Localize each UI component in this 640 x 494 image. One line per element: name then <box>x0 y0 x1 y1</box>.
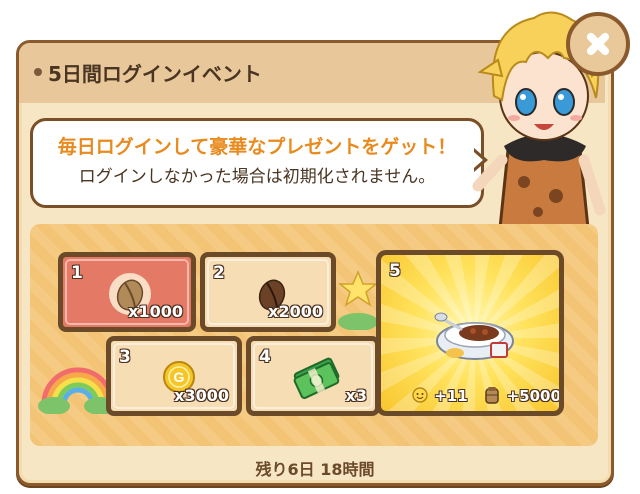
reward-tile-day-3[interactable]: 3 G x3000 <box>106 336 242 416</box>
day-number: 3 <box>119 347 131 367</box>
reward-tile-day-2[interactable]: 2 x2000 <box>200 252 336 332</box>
star-decoration-icon <box>337 270 379 330</box>
bonus-value: +11 <box>434 387 468 405</box>
bean-sack-icon <box>485 387 500 404</box>
reward-quantity: x3000 <box>174 386 229 405</box>
money-bundle-icon <box>293 357 340 399</box>
title-bullet <box>34 68 42 76</box>
reward-quantity: x1000 <box>128 302 183 321</box>
day5-bonus-row: +11 +5000 <box>411 385 561 405</box>
day-number: 1 <box>71 263 83 283</box>
message-headline: 毎日ログインして豪華なプレゼントをゲット！ <box>57 136 457 158</box>
curry-dish-icon <box>434 312 514 360</box>
dialog-title: 5日間ログインイベント <box>48 62 262 86</box>
reward-tile-day-1[interactable]: 1 x1000 <box>58 252 196 332</box>
reward-tile-day-5[interactable]: 5 +11 +5000 <box>376 250 564 416</box>
reward-quantity: x3 <box>345 386 367 405</box>
svg-text:G: G <box>174 369 185 385</box>
message-subtext: ログインしなかった場合は初期化されません。 <box>78 167 436 187</box>
reward-quantity: x2000 <box>268 302 323 321</box>
day-number: 5 <box>389 261 401 281</box>
bonus-value: +5000 <box>506 387 561 405</box>
day-number: 2 <box>213 263 225 283</box>
reward-tile-day-4[interactable]: 4 x3 <box>246 336 380 416</box>
remaining-time: 残り6日 18時間 <box>255 460 375 479</box>
smiley-sun-icon <box>412 387 428 403</box>
close-button[interactable] <box>566 12 630 76</box>
day-number: 4 <box>259 347 271 367</box>
